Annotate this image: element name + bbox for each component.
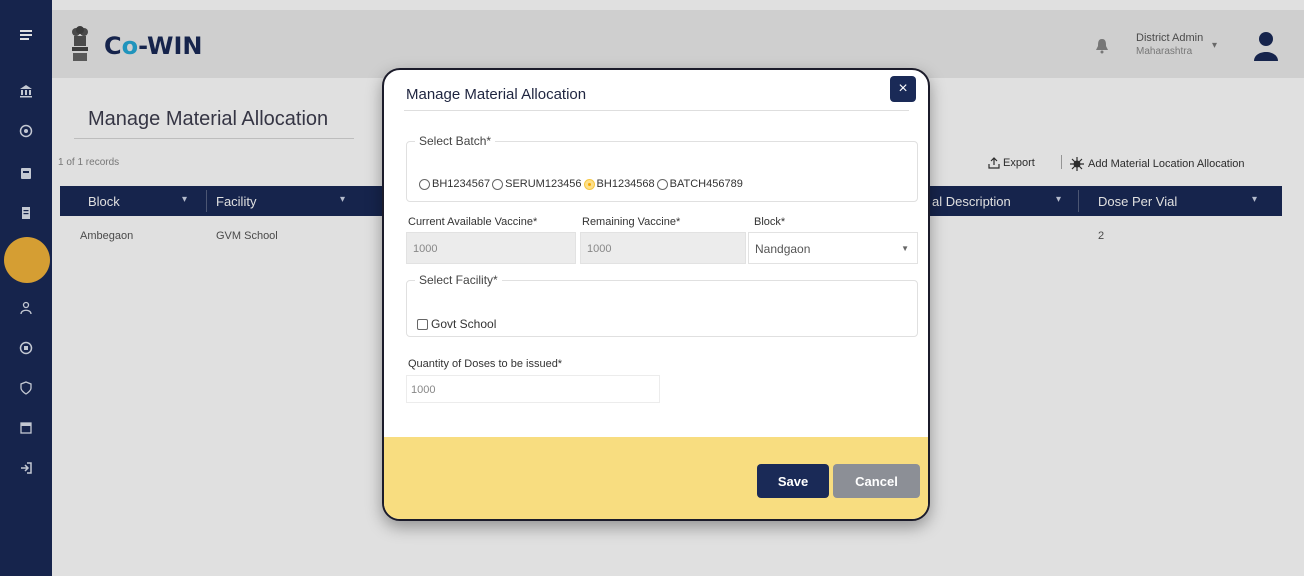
- radio-label[interactable]: SERUM123456: [505, 178, 581, 190]
- radio-bh1234567[interactable]: [419, 178, 430, 190]
- chevron-down-icon: ▼: [901, 244, 909, 253]
- qty-label: Quantity of Doses to be issued*: [408, 358, 563, 370]
- facility-checkbox[interactable]: [417, 318, 428, 330]
- radio-label[interactable]: BH1234567: [432, 178, 490, 190]
- batch-fieldset: Select Batch* BH1234567 SERUM123456 BH12…: [406, 134, 918, 202]
- modal-footer: Save Cancel: [384, 437, 928, 519]
- radio-bh1234568[interactable]: [583, 178, 595, 190]
- save-button[interactable]: Save: [757, 464, 829, 498]
- close-button[interactable]: ×: [890, 76, 916, 102]
- remaining-vaccine-label: Remaining Vaccine*: [582, 216, 681, 228]
- modal-title-divider: [404, 110, 909, 111]
- allocation-modal: Manage Material Allocation × Select Batc…: [382, 68, 930, 521]
- current-vaccine-label: Current Available Vaccine*: [408, 216, 538, 228]
- radio-label[interactable]: BH1234568: [597, 178, 655, 190]
- batch-legend: Select Batch*: [419, 134, 492, 148]
- cancel-button[interactable]: Cancel: [833, 464, 920, 498]
- batch-radio-group: BH1234567 SERUM123456 BH1234568 BATCH456…: [417, 178, 743, 190]
- current-vaccine-field: 1000: [406, 232, 576, 264]
- block-select[interactable]: Nandgaon ▼: [748, 232, 918, 264]
- facility-fieldset: Select Facility* Govt School: [406, 273, 918, 337]
- radio-label[interactable]: BATCH456789: [670, 178, 743, 190]
- facility-option[interactable]: Govt School: [417, 317, 496, 331]
- radio-serum123456[interactable]: [492, 178, 504, 190]
- block-label: Block*: [754, 216, 786, 228]
- radio-batch456789[interactable]: [656, 178, 668, 190]
- remaining-vaccine-field: 1000: [580, 232, 746, 264]
- qty-input[interactable]: 1000: [406, 375, 660, 403]
- facility-option-label[interactable]: Govt School: [431, 317, 496, 331]
- modal-title: Manage Material Allocation: [406, 86, 587, 103]
- block-select-value: Nandgaon: [755, 242, 811, 256]
- facility-legend: Select Facility*: [419, 273, 498, 287]
